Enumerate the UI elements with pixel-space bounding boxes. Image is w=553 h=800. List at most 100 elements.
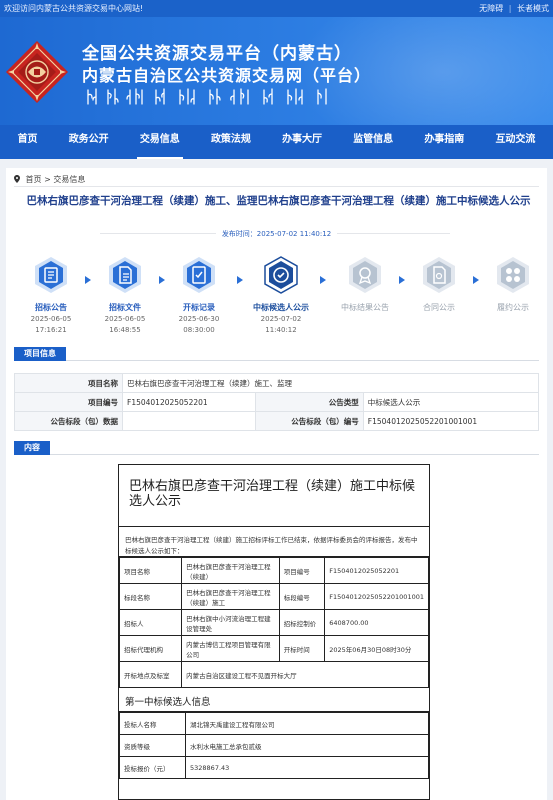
project-info-tag: 项目信息 bbox=[14, 347, 66, 361]
section-data-value bbox=[122, 411, 256, 431]
breadcrumb-home[interactable]: 首页 bbox=[26, 175, 42, 184]
site-title-secondary: 内蒙古自治区公共资源交易网（平台） bbox=[82, 66, 372, 85]
contract-icon bbox=[423, 257, 455, 293]
breadcrumb-separator: > bbox=[44, 175, 51, 184]
document-intro: 巴林右旗巴彦查干河治理工程（续建）施工招标评标工作已结束，依据评标委员会的评标报… bbox=[119, 527, 429, 557]
step-5: 中标结果公告 bbox=[330, 256, 400, 314]
nav-guide[interactable]: 办事指南 bbox=[421, 125, 467, 159]
step-label: 中标结果公告 bbox=[341, 303, 389, 312]
step-label: 招标公告 bbox=[35, 303, 67, 312]
publish-time-text: 发布时间：2025-07-02 11:40:12 bbox=[215, 230, 338, 238]
table-row: 投标人名称 湖北锦天禹建设工程有限公司 bbox=[119, 712, 429, 735]
step-3[interactable]: 开标记录 2025-06-30 08:30:00 bbox=[164, 256, 234, 335]
step-time: 11:40:12 bbox=[265, 326, 297, 334]
nav-interaction[interactable]: 互动交流 bbox=[492, 125, 538, 159]
step-label: 合同公示 bbox=[423, 303, 455, 312]
record-icon bbox=[183, 257, 215, 293]
cell-value: 内蒙古自治区建设工程不见面开标大厅 bbox=[181, 661, 429, 688]
project-code-key: 项目编号 bbox=[14, 392, 123, 412]
article-title: 巴林右旗巴彦查干河治理工程（续建）施工、监理巴林右旗巴彦查干河治理工程（续建）施… bbox=[26, 195, 531, 207]
nav-government-affairs[interactable]: 政务公开 bbox=[66, 125, 112, 159]
cell-key: 招标代理机构 bbox=[119, 635, 183, 662]
performance-icon bbox=[497, 257, 529, 293]
breadcrumb-current[interactable]: 交易信息 bbox=[53, 175, 85, 184]
bid-info-table: 项目名称 巴林右旗巴彦查干河治理工程（续建） 项目编号 F15040120250… bbox=[119, 557, 429, 688]
table-row: 投标报价（元） 5328867.43 bbox=[119, 756, 429, 779]
nav-supervision[interactable]: 监管信息 bbox=[350, 125, 396, 159]
table-row: 开标地点及标室 内蒙古自治区建设工程不见面开标大厅 bbox=[119, 661, 429, 688]
step-4[interactable]: 中标候选人公示 2025-07-02 11:40:12 bbox=[246, 256, 316, 335]
cell-value: F1504012025052201 bbox=[324, 557, 429, 584]
step-date: 2025-06-05 bbox=[30, 315, 72, 323]
cell-value: 2025年06月30日08时30分 bbox=[324, 635, 429, 662]
step-label: 开标记录 bbox=[183, 303, 215, 312]
table-row: 招标代理机构 内蒙古博信工程项目管理有限公司 开标时间 2025年06月30日0… bbox=[119, 635, 429, 662]
document-icon bbox=[109, 257, 141, 293]
step-date: 2025-06-05 bbox=[104, 315, 146, 323]
project-name-value: 巴林右旗巴彦查干河治理工程（续建）施工、监理 bbox=[122, 373, 539, 393]
project-info-header: 项目信息 bbox=[14, 347, 539, 361]
project-name-key: 项目名称 bbox=[14, 373, 123, 393]
section-data-key: 公告标段（包）数据 bbox=[14, 411, 123, 431]
table-row: 公告标段（包）数据 公告标段（包）编号 F1504012025052201001… bbox=[14, 411, 540, 431]
first-candidate-title: 第一中标候选人信息 bbox=[119, 688, 429, 712]
step-1[interactable]: 招标公告 2025-06-05 17:16:21 bbox=[16, 256, 86, 335]
top-bar: 欢迎访问内蒙古公共资源交易中心网站! 无障碍 | 长者模式 bbox=[0, 0, 553, 17]
site-title-primary: 全国公共资源交易平台（内蒙古） bbox=[82, 44, 352, 64]
cell-key: 招标控制价 bbox=[278, 609, 326, 636]
step-time: 16:48:55 bbox=[109, 326, 141, 334]
project-code-value: F1504012025052201 bbox=[122, 392, 256, 412]
nav-service-hall[interactable]: 办事大厅 bbox=[279, 125, 325, 159]
notice-type-value: 中标候选人公示 bbox=[362, 392, 540, 412]
table-row: 项目名称 巴林右旗巴彦查干河治理工程（续建）施工、监理 bbox=[14, 373, 539, 393]
document-title: 巴林右旗巴彦查干河治理工程（续建）施工中标候选人公示 bbox=[119, 465, 429, 527]
publish-time: 发布时间：2025-07-02 11:40:12 bbox=[0, 229, 553, 239]
cell-key: 项目名称 bbox=[119, 557, 183, 584]
cell-key: 资质等级 bbox=[119, 734, 186, 757]
content-header: 内容 bbox=[14, 441, 539, 455]
location-pin-icon bbox=[14, 175, 20, 183]
cell-value: 巴林右旗巴彦查干河治理工程（续建）施工 bbox=[181, 583, 280, 610]
cell-value: 内蒙古博信工程项目管理有限公司 bbox=[181, 635, 280, 662]
award-icon bbox=[349, 257, 381, 293]
section-code-key: 公告标段（包）编号 bbox=[254, 411, 364, 431]
welcome-text: 欢迎访问内蒙古公共资源交易中心网站! bbox=[4, 4, 144, 13]
step-label: 中标候选人公示 bbox=[253, 303, 309, 312]
notice-document: 巴林右旗巴彦查干河治理工程（续建）施工中标候选人公示 巴林右旗巴彦查干河治理工程… bbox=[118, 464, 430, 800]
step-7: 履约公示 bbox=[478, 256, 548, 314]
cell-key: 标段编号 bbox=[278, 583, 326, 610]
elder-mode-link[interactable]: 长者模式 bbox=[517, 4, 549, 13]
content-tag: 内容 bbox=[14, 441, 50, 455]
step-time: 17:16:21 bbox=[35, 326, 67, 334]
step-arrow-icon bbox=[235, 270, 245, 284]
candidate-icon bbox=[264, 256, 298, 294]
nav-home[interactable]: 首页 bbox=[15, 125, 41, 159]
accessible-link[interactable]: 无障碍 bbox=[479, 4, 503, 13]
cell-value: 湖北锦天禹建设工程有限公司 bbox=[185, 712, 429, 735]
cell-value: 巴林右旗巴彦查干河治理工程（续建） bbox=[181, 557, 280, 584]
announcement-icon bbox=[35, 257, 67, 293]
step-label: 履约公示 bbox=[497, 303, 529, 312]
first-candidate-table: 投标人名称 湖北锦天禹建设工程有限公司 资质等级 水利水电施工总承包贰级 投标报… bbox=[119, 712, 429, 779]
breadcrumb: 首页 > 交易信息 bbox=[14, 174, 85, 185]
table-row: 项目编号 F1504012025052201 公告类型 中标候选人公示 bbox=[14, 392, 540, 412]
cell-key: 投标报价（元） bbox=[119, 756, 186, 779]
table-row: 标段名称 巴林右旗巴彦查干河治理工程（续建）施工 标段编号 F150401202… bbox=[119, 583, 429, 610]
main-nav: 首页 政务公开 交易信息 政策法规 办事大厅 监管信息 办事指南 互动交流 bbox=[0, 125, 553, 159]
logo-emblem-icon[interactable] bbox=[4, 39, 70, 105]
cell-key: 招标人 bbox=[119, 609, 183, 636]
mongolian-script-icon bbox=[87, 88, 327, 105]
process-steps: 招标公告 2025-06-05 17:16:21 招标文件 2025-06-05 16:4… bbox=[14, 256, 539, 336]
step-2[interactable]: 招标文件 2025-06-05 16:48:55 bbox=[90, 256, 160, 335]
section-code-value: F1504012025052201001001 bbox=[362, 411, 540, 431]
nav-policies[interactable]: 政策法规 bbox=[208, 125, 254, 159]
cell-key: 开标时间 bbox=[278, 635, 326, 662]
page: 欢迎访问内蒙古公共资源交易中心网站! 无障碍 | 长者模式 全国公共资源交易平台… bbox=[0, 0, 553, 800]
step-arrow-icon bbox=[318, 270, 328, 284]
step-label: 招标文件 bbox=[109, 303, 141, 312]
nav-trade-info[interactable]: 交易信息 bbox=[136, 125, 183, 159]
step-date: 2025-06-30 bbox=[178, 315, 220, 323]
cell-value: 5328867.43 bbox=[185, 756, 429, 779]
step-6: 合同公示 bbox=[404, 256, 474, 314]
notice-type-key: 公告类型 bbox=[254, 392, 364, 412]
